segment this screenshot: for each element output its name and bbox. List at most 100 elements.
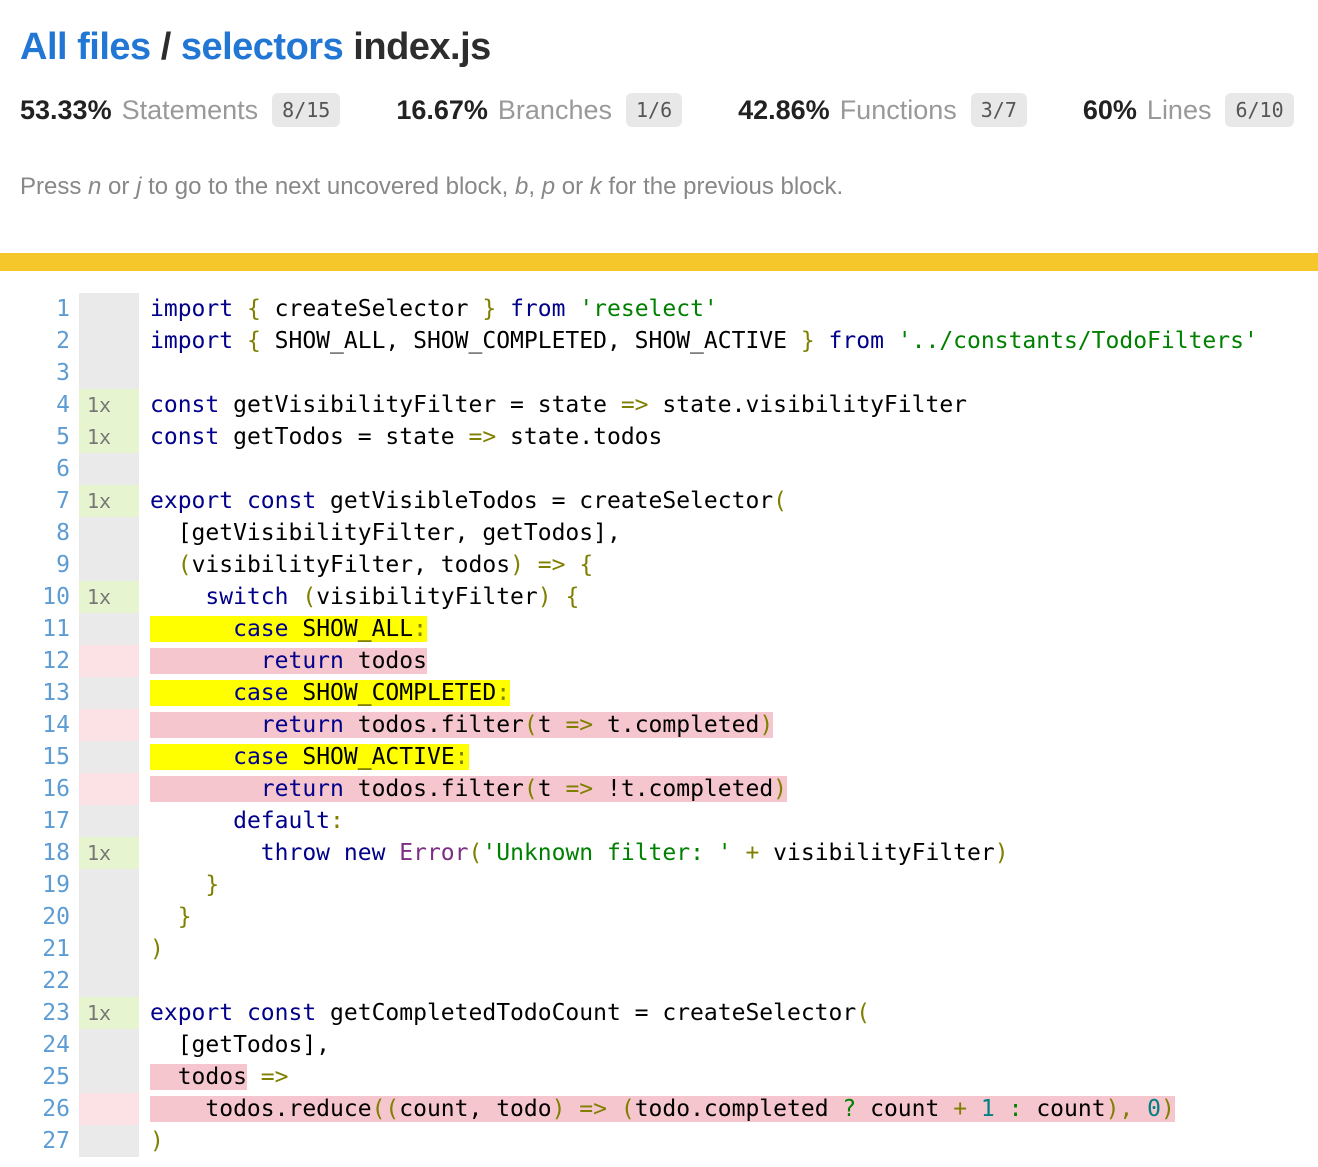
line-number[interactable]: 22 bbox=[0, 965, 70, 997]
line-number[interactable]: 21 bbox=[0, 933, 70, 965]
code-line: } bbox=[150, 869, 219, 901]
code-segment: ( bbox=[773, 488, 787, 514]
hit-count bbox=[79, 1061, 139, 1093]
code-line: import { createSelector } from 'reselect… bbox=[150, 293, 718, 325]
line-number[interactable]: 17 bbox=[0, 805, 70, 837]
code-segment: new bbox=[344, 840, 399, 866]
uncovered-code-segment bbox=[150, 712, 261, 738]
line-number[interactable]: 9 bbox=[0, 549, 70, 581]
code-segment: Error bbox=[399, 840, 468, 866]
code-line-row: 12 return todos bbox=[0, 645, 1318, 677]
line-number[interactable]: 1 bbox=[0, 293, 70, 325]
code-segment: } bbox=[205, 872, 219, 898]
uncovered-code-segment: todos bbox=[358, 648, 427, 674]
line-number[interactable]: 19 bbox=[0, 869, 70, 901]
hit-count bbox=[79, 613, 139, 645]
code-segment: 'Unknown filter: ' bbox=[482, 840, 731, 866]
code-line-row: 22 bbox=[0, 965, 1318, 997]
code-segment: ( bbox=[856, 1000, 870, 1026]
line-number[interactable]: 26 bbox=[0, 1093, 70, 1125]
line-number[interactable]: 15 bbox=[0, 741, 70, 773]
uncovered-code-segment: case bbox=[233, 616, 302, 642]
line-number[interactable]: 6 bbox=[0, 453, 70, 485]
code-line-row: 21) bbox=[0, 933, 1318, 965]
code-line-row: 26 todos.reduce((count, todo) => (todo.c… bbox=[0, 1093, 1318, 1125]
uncovered-code-segment: todos.filter bbox=[358, 776, 524, 802]
line-number[interactable]: 16 bbox=[0, 773, 70, 805]
code-line: ) bbox=[150, 1125, 164, 1157]
line-number[interactable]: 11 bbox=[0, 613, 70, 645]
breadcrumb-link-all-files[interactable]: All files bbox=[20, 26, 151, 68]
code-segment bbox=[150, 552, 178, 578]
code-segment bbox=[247, 1064, 261, 1090]
line-number[interactable]: 14 bbox=[0, 709, 70, 741]
line-number[interactable]: 23 bbox=[0, 997, 70, 1029]
code-segment: ( bbox=[469, 840, 483, 866]
code-line-row: 16 return todos.filter(t => !t.completed… bbox=[0, 773, 1318, 805]
line-number[interactable]: 18 bbox=[0, 837, 70, 869]
code-segment: getTodos = state bbox=[233, 424, 468, 450]
code-line-row: 19 } bbox=[0, 869, 1318, 901]
hit-count bbox=[79, 1093, 139, 1125]
code-segment: : bbox=[330, 808, 344, 834]
uncovered-code-segment: ) bbox=[773, 776, 787, 802]
hit-count bbox=[79, 869, 139, 901]
uncovered-code-segment bbox=[150, 616, 233, 642]
hit-count: 1x bbox=[79, 581, 139, 613]
line-number[interactable]: 12 bbox=[0, 645, 70, 677]
hit-count bbox=[79, 293, 139, 325]
line-number[interactable]: 20 bbox=[0, 901, 70, 933]
line-number[interactable]: 5 bbox=[0, 421, 70, 453]
statements-percent: 53.33% bbox=[20, 95, 112, 126]
code-line: import { SHOW_ALL, SHOW_COMPLETED, SHOW_… bbox=[150, 325, 1258, 357]
hint-text: or bbox=[101, 173, 136, 200]
code-segment: import bbox=[150, 328, 247, 354]
line-number[interactable]: 7 bbox=[0, 485, 70, 517]
line-number[interactable]: 25 bbox=[0, 1061, 70, 1093]
lines-label: Lines bbox=[1147, 95, 1212, 126]
hit-count bbox=[79, 709, 139, 741]
line-number[interactable]: 3 bbox=[0, 357, 70, 389]
breadcrumb-link-selectors[interactable]: selectors bbox=[181, 26, 343, 68]
code-line: (visibilityFilter, todos) => { bbox=[150, 549, 593, 581]
line-number[interactable]: 24 bbox=[0, 1029, 70, 1061]
code-line: todos => bbox=[150, 1061, 289, 1093]
coverage-report-page: All files / selectors index.js 53.33% St… bbox=[0, 26, 1318, 1167]
breadcrumb-separator: / bbox=[151, 26, 181, 68]
hit-count bbox=[79, 517, 139, 549]
uncovered-code-segment: ), bbox=[1106, 1096, 1148, 1122]
code-segment: [getTodos], bbox=[150, 1032, 330, 1058]
line-number[interactable]: 10 bbox=[0, 581, 70, 613]
uncovered-code-segment: todos.reduce bbox=[205, 1096, 371, 1122]
statements-label: Statements bbox=[122, 95, 259, 126]
code-segment: export bbox=[150, 488, 247, 514]
line-number[interactable]: 4 bbox=[0, 389, 70, 421]
uncovered-code-segment: t bbox=[538, 712, 566, 738]
code-segment: => bbox=[621, 392, 663, 418]
line-number[interactable]: 13 bbox=[0, 677, 70, 709]
code-segment: ) bbox=[510, 552, 538, 578]
code-segment: } bbox=[482, 296, 510, 322]
line-number[interactable]: 27 bbox=[0, 1125, 70, 1157]
hit-count bbox=[79, 965, 139, 997]
code-segment bbox=[150, 840, 261, 866]
code-line-row: 14 return todos.filter(t => t.completed) bbox=[0, 709, 1318, 741]
uncovered-code-segment: 1 bbox=[981, 1096, 1009, 1122]
hint-text: Press bbox=[20, 173, 88, 200]
code-line: ) bbox=[150, 933, 164, 965]
code-segment: ( bbox=[302, 584, 316, 610]
line-number[interactable]: 8 bbox=[0, 517, 70, 549]
uncovered-code-segment: => bbox=[565, 776, 607, 802]
code-segment: => bbox=[469, 424, 511, 450]
code-line: case SHOW_COMPLETED: bbox=[150, 677, 510, 709]
lines-percent: 60% bbox=[1083, 95, 1137, 126]
line-number[interactable]: 2 bbox=[0, 325, 70, 357]
code-segment: visibilityFilter bbox=[773, 840, 995, 866]
breadcrumb: All files / selectors index.js bbox=[20, 26, 1318, 69]
hint-text: or bbox=[555, 173, 590, 200]
keyboard-key: k bbox=[590, 173, 602, 200]
code-segment bbox=[150, 904, 178, 930]
uncovered-code-segment: todos.filter bbox=[358, 712, 524, 738]
branches-label: Branches bbox=[498, 95, 612, 126]
hit-count: 1x bbox=[79, 997, 139, 1029]
